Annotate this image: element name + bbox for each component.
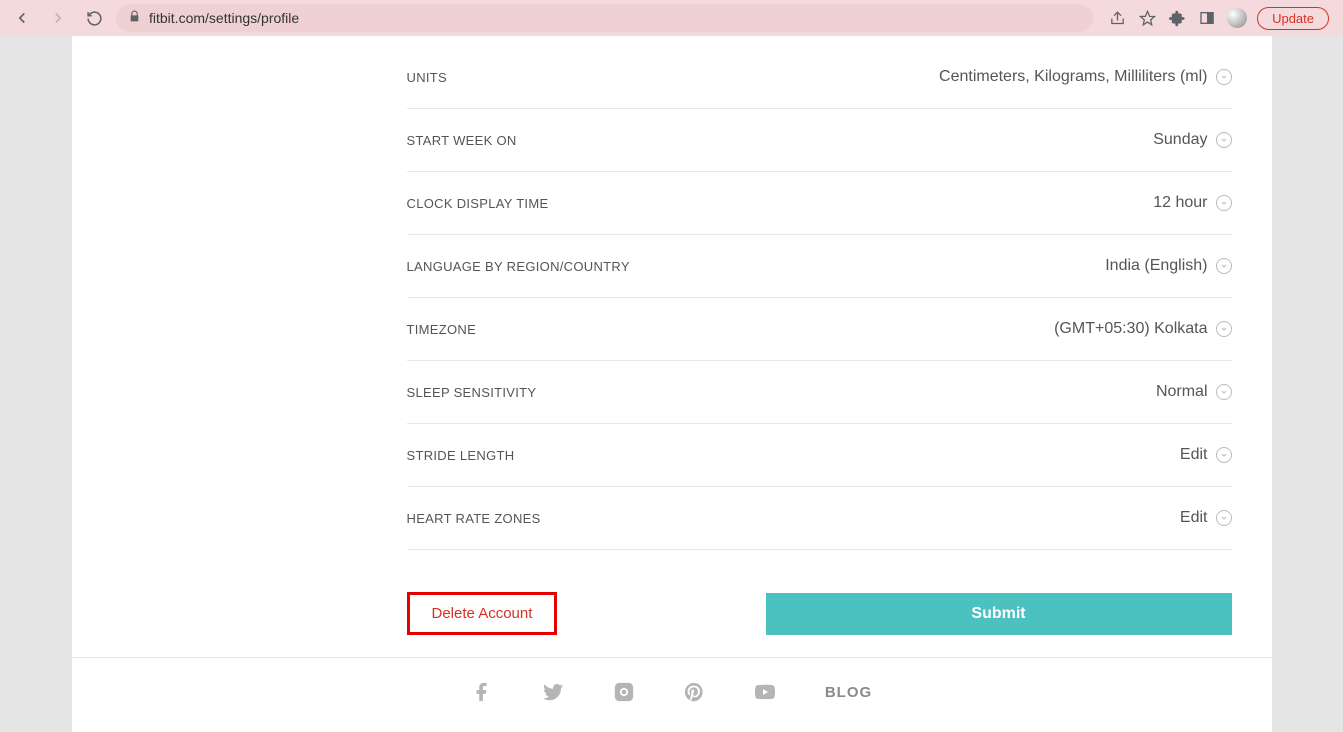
chevron-down-icon[interactable]: [1216, 69, 1232, 85]
setting-value: Normal: [1156, 383, 1208, 401]
setting-row-stride-length[interactable]: STRIDE LENGTH Edit: [407, 424, 1232, 487]
back-button[interactable]: [8, 4, 36, 32]
setting-value-wrap: Centimeters, Kilograms, Milliliters (ml): [939, 68, 1231, 86]
setting-value: Centimeters, Kilograms, Milliliters (ml): [939, 68, 1207, 86]
setting-row-start-week[interactable]: START WEEK ON Sunday: [407, 109, 1232, 172]
chevron-down-icon[interactable]: [1216, 132, 1232, 148]
settings-panel: UNITS Centimeters, Kilograms, Milliliter…: [367, 36, 1272, 657]
delete-account-button[interactable]: Delete Account: [407, 592, 558, 635]
setting-value-wrap: (GMT+05:30) Kolkata: [1054, 320, 1231, 338]
chevron-down-icon[interactable]: [1216, 321, 1232, 337]
star-icon[interactable]: [1137, 8, 1157, 28]
setting-value-wrap: 12 hour: [1153, 194, 1231, 212]
setting-row-timezone[interactable]: TIMEZONE (GMT+05:30) Kolkata: [407, 298, 1232, 361]
chevron-down-icon[interactable]: [1216, 510, 1232, 526]
toolbar-right: Update: [1101, 7, 1335, 30]
blog-link[interactable]: BLOG: [825, 684, 872, 701]
submit-button[interactable]: Submit: [766, 593, 1232, 635]
action-row: Delete Account Submit: [407, 550, 1232, 657]
setting-value: Edit: [1180, 509, 1208, 527]
chevron-down-icon[interactable]: [1216, 447, 1232, 463]
setting-value: India (English): [1105, 257, 1207, 275]
setting-label: UNITS: [407, 70, 448, 85]
extensions-icon[interactable]: [1167, 8, 1187, 28]
setting-row-language[interactable]: LANGUAGE BY REGION/COUNTRY India (Englis…: [407, 235, 1232, 298]
setting-label: LANGUAGE BY REGION/COUNTRY: [407, 259, 630, 274]
setting-label: TIMEZONE: [407, 322, 477, 337]
setting-value: Edit: [1180, 446, 1208, 464]
share-icon[interactable]: [1107, 8, 1127, 28]
url-text: fitbit.com/settings/profile: [149, 10, 1081, 26]
panel-icon[interactable]: [1197, 8, 1217, 28]
setting-row-clock-display[interactable]: CLOCK DISPLAY TIME 12 hour: [407, 172, 1232, 235]
chevron-down-icon[interactable]: [1216, 384, 1232, 400]
forward-button[interactable]: [44, 4, 72, 32]
setting-value: Sunday: [1153, 131, 1207, 149]
setting-value-wrap: Sunday: [1153, 131, 1231, 149]
setting-label: CLOCK DISPLAY TIME: [407, 196, 549, 211]
page-container: UNITS Centimeters, Kilograms, Milliliter…: [72, 36, 1272, 657]
setting-value-wrap: India (English): [1105, 257, 1231, 275]
browser-toolbar: fitbit.com/settings/profile Update: [0, 0, 1343, 36]
sidebar: [72, 36, 367, 657]
setting-value-wrap: Edit: [1180, 509, 1232, 527]
setting-row-sleep-sensitivity[interactable]: SLEEP SENSITIVITY Normal: [407, 361, 1232, 424]
chevron-down-icon[interactable]: [1216, 258, 1232, 274]
setting-label: SLEEP SENSITIVITY: [407, 385, 537, 400]
setting-label: STRIDE LENGTH: [407, 448, 515, 463]
twitter-icon[interactable]: [541, 680, 565, 704]
setting-row-units[interactable]: UNITS Centimeters, Kilograms, Milliliter…: [407, 46, 1232, 109]
lock-icon: [128, 10, 141, 26]
browser-update-button[interactable]: Update: [1257, 7, 1329, 30]
setting-value: 12 hour: [1153, 194, 1207, 212]
setting-label: START WEEK ON: [407, 133, 517, 148]
facebook-icon[interactable]: [471, 681, 493, 703]
address-bar[interactable]: fitbit.com/settings/profile: [116, 4, 1093, 32]
setting-label: HEART RATE ZONES: [407, 511, 541, 526]
youtube-icon[interactable]: [753, 680, 777, 704]
setting-row-heart-rate-zones[interactable]: HEART RATE ZONES Edit: [407, 487, 1232, 550]
chevron-down-icon[interactable]: [1216, 195, 1232, 211]
profile-avatar[interactable]: [1227, 8, 1247, 28]
reload-button[interactable]: [80, 4, 108, 32]
footer: BLOG: [72, 657, 1272, 732]
setting-value-wrap: Normal: [1156, 383, 1232, 401]
setting-value-wrap: Edit: [1180, 446, 1232, 464]
pinterest-icon[interactable]: [683, 681, 705, 703]
instagram-icon[interactable]: [613, 681, 635, 703]
setting-value: (GMT+05:30) Kolkata: [1054, 320, 1207, 338]
